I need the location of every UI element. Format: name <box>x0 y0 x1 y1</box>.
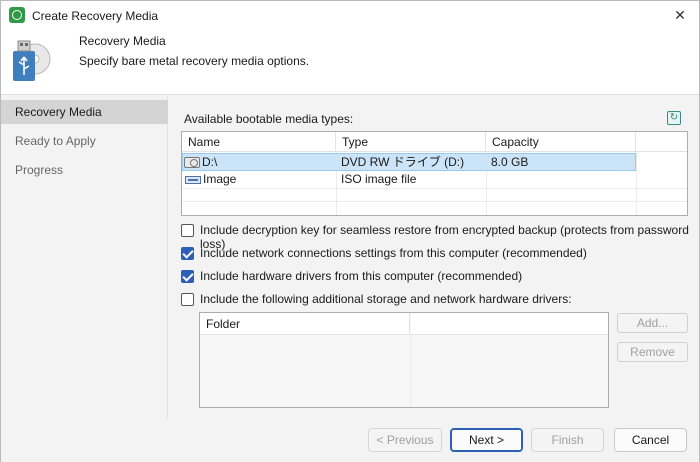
additional-drivers-checkbox[interactable] <box>181 293 194 306</box>
cancel-button[interactable]: Cancel <box>614 428 687 452</box>
step-progress: Progress <box>15 163 64 177</box>
column-filler <box>411 313 608 335</box>
row-divider <box>182 201 687 202</box>
remove-folder-button[interactable]: Remove <box>617 342 688 362</box>
column-divider <box>636 152 637 215</box>
drivers-folder-table[interactable]: Folder <box>199 312 609 408</box>
media-name-cell: Image <box>185 171 236 189</box>
media-name: D:\ <box>202 155 218 169</box>
image-icon <box>185 175 201 184</box>
finish-button[interactable]: Finish <box>531 428 604 452</box>
media-capacity: 8.0 GB <box>491 155 529 169</box>
additional-drivers-label[interactable]: Include the following additional storage… <box>200 292 572 306</box>
media-type: ISO image file <box>341 172 417 186</box>
usb-disc-icon <box>13 40 51 81</box>
column-divider <box>410 335 411 407</box>
veeam-icon <box>9 7 25 23</box>
column-capacity[interactable]: Capacity <box>486 132 636 152</box>
hardware-drivers-label[interactable]: Include hardware drivers from this compu… <box>200 269 522 283</box>
wizard-header: Recovery Media Specify bare metal recove… <box>1 29 699 95</box>
network-settings-label[interactable]: Include network connections settings fro… <box>200 246 587 260</box>
table-row[interactable]: Image ISO image file <box>182 171 636 189</box>
media-types-table[interactable]: Name Type Capacity D:\ DVD RW ドライブ (D:) … <box>181 131 688 216</box>
media-type: DVD RW ドライブ (D:) <box>341 155 465 169</box>
media-name-cell: D:\ <box>184 154 217 172</box>
network-settings-checkbox[interactable] <box>181 247 194 260</box>
column-folder[interactable]: Folder <box>200 313 410 335</box>
hardware-drivers-checkbox[interactable] <box>181 270 194 283</box>
window-title: Create Recovery Media <box>32 9 159 23</box>
table-row[interactable]: D:\ DVD RW ドライブ (D:) 8.0 GB <box>182 153 636 171</box>
refresh-icon[interactable]: ↻ <box>667 111 681 125</box>
column-type[interactable]: Type <box>336 132 486 152</box>
step-recovery-media[interactable]: Recovery Media <box>1 100 168 124</box>
decryption-key-checkbox[interactable] <box>181 224 194 237</box>
header-subtitle: Specify bare metal recovery media option… <box>79 54 310 68</box>
previous-button[interactable]: < Previous <box>368 428 442 452</box>
wizard-steps-sidebar: Recovery Media Ready to Apply Progress <box>1 96 168 418</box>
column-filler <box>636 132 687 152</box>
wizard-content: Available bootable media types: ↻ Name T… <box>169 96 699 418</box>
title-bar: Create Recovery Media ✕ <box>1 1 699 29</box>
close-button[interactable]: ✕ <box>669 5 691 25</box>
create-recovery-media-window: Create Recovery Media ✕ Recovery Media S… <box>0 0 700 462</box>
media-types-label: Available bootable media types: <box>184 112 354 126</box>
drive-icon <box>184 157 200 169</box>
add-folder-button[interactable]: Add... <box>617 313 688 333</box>
step-ready-to-apply: Ready to Apply <box>15 134 96 148</box>
media-name: Image <box>203 172 237 186</box>
wizard-footer: < Previous Next > Finish Cancel <box>1 418 699 462</box>
column-name[interactable]: Name <box>182 132 336 152</box>
next-button[interactable]: Next > <box>450 428 523 452</box>
header-title: Recovery Media <box>79 34 166 48</box>
